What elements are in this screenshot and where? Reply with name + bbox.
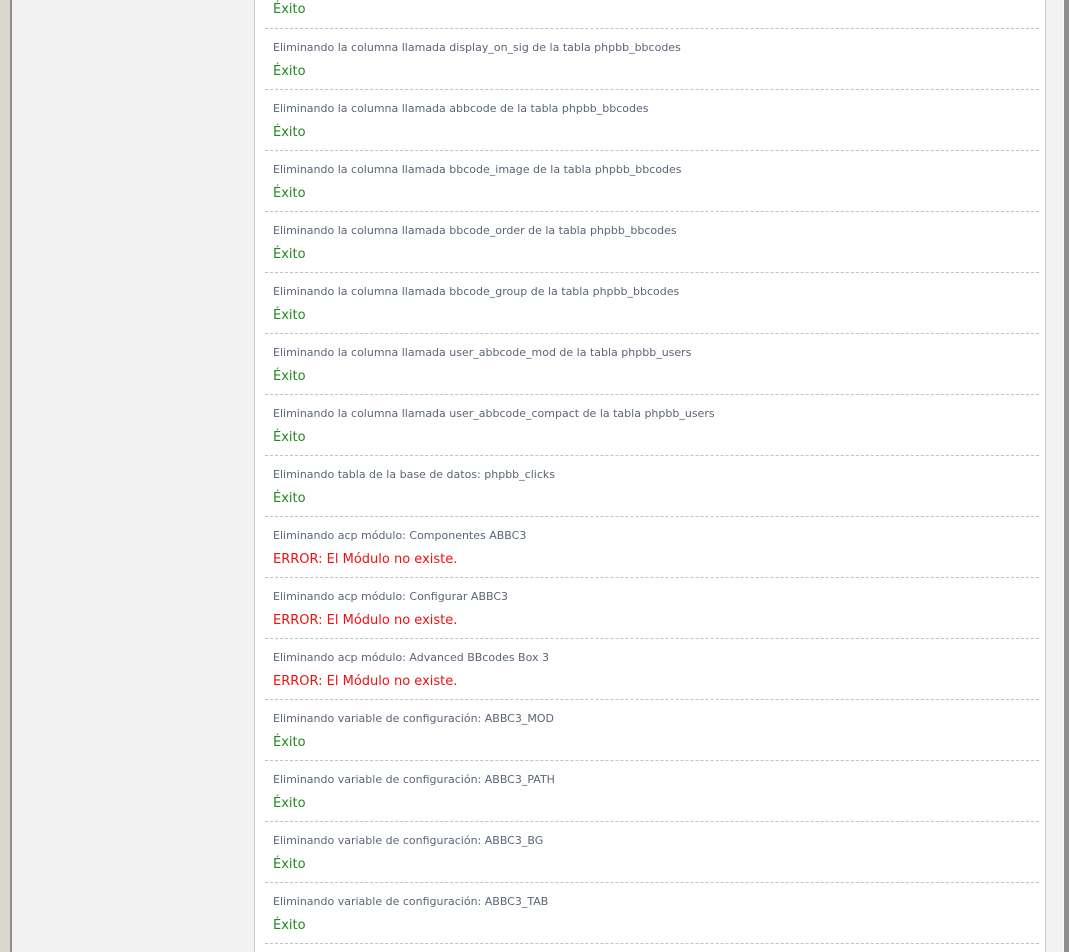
log-entry-description: Eliminando variable de configuración: AB…	[273, 712, 1039, 726]
log-entry: Éxito	[265, 0, 1039, 29]
log-entry: Eliminando variable de configuración: AB…	[265, 822, 1039, 883]
log-entry: Eliminando la columna llamada bbcode_gro…	[265, 273, 1039, 334]
log-entry: Eliminando la columna llamada bbcode_ord…	[265, 212, 1039, 273]
log-entry-status: Éxito	[273, 63, 1039, 80]
log-entry-description: Eliminando variable de configuración: AB…	[273, 895, 1039, 909]
log-entry-status: Éxito	[273, 429, 1039, 446]
window-left-strip	[0, 0, 10, 952]
log-entry-description: Eliminando la columna llamada bbcode_ord…	[273, 224, 1039, 238]
log-entry: Eliminando la columna llamada user_abbco…	[265, 334, 1039, 395]
log-entry: Eliminando variable de configuración: AB…	[265, 700, 1039, 761]
log-entry-status: Éxito	[273, 185, 1039, 202]
log-entry-status: Éxito	[273, 307, 1039, 324]
window-right-border	[1063, 0, 1069, 952]
log-entry: Eliminando acp módulo: Configurar ABBC3 …	[265, 578, 1039, 639]
log-entry: Eliminando tabla de la base de datos: ph…	[265, 456, 1039, 517]
log-entry-description: Eliminando la columna llamada bbcode_ima…	[273, 163, 1039, 177]
log-entry-status: Éxito	[273, 124, 1039, 141]
log-entry-status: Éxito	[273, 856, 1039, 873]
log-entry: Eliminando la columna llamada display_on…	[265, 29, 1039, 90]
log-entry-status: ERROR: El Módulo no existe.	[273, 551, 1039, 568]
log-entry: Eliminando la columna llamada user_abbco…	[265, 395, 1039, 456]
log-entry-description: Eliminando la columna llamada abbcode de…	[273, 102, 1039, 116]
log-entry: Eliminando acp módulo: Componentes ABBC3…	[265, 517, 1039, 578]
log-entry-status: Éxito	[273, 917, 1039, 934]
log-entry-description: Eliminando acp módulo: Configurar ABBC3	[273, 590, 1039, 604]
log-entry-description: Eliminando variable de configuración: AB…	[273, 834, 1039, 848]
log-entry-description: Eliminando acp módulo: Advanced BBcodes …	[273, 651, 1039, 665]
log-entry-status: ERROR: El Módulo no existe.	[273, 612, 1039, 629]
log-entry-description: Eliminando acp módulo: Componentes ABBC3	[273, 529, 1039, 543]
sidebar-area	[12, 0, 254, 952]
log-entry-status: Éxito	[273, 490, 1039, 507]
log-entry-description: Eliminando la columna llamada display_on…	[273, 41, 1039, 55]
log-panel: Éxito Eliminando la columna llamada disp…	[254, 0, 1046, 952]
log-entry-description: Eliminando variable de configuración: AB…	[273, 773, 1039, 787]
log-entry-description: Eliminando la columna llamada user_abbco…	[273, 346, 1039, 360]
log-entry-description: Eliminando la columna llamada user_abbco…	[273, 407, 1039, 421]
log-entry: Eliminando la columna llamada abbcode de…	[265, 90, 1039, 151]
log-entry: Eliminando variable de configuración: AB…	[265, 761, 1039, 822]
log-entry: Eliminando la columna llamada bbcode_ima…	[265, 151, 1039, 212]
log-entry-status: Éxito	[273, 246, 1039, 263]
log-entry-status: Éxito	[273, 795, 1039, 812]
log-entry: Eliminando variable de configuración: AB…	[265, 883, 1039, 944]
log-entry-description: Eliminando tabla de la base de datos: ph…	[273, 468, 1039, 482]
log-entry-status: Éxito	[273, 734, 1039, 751]
log-entry-status: Éxito	[273, 1, 1039, 18]
log-entry-description: Eliminando la columna llamada bbcode_gro…	[273, 285, 1039, 299]
log-entry: Eliminando acp módulo: Advanced BBcodes …	[265, 639, 1039, 700]
log-entry-status: Éxito	[273, 368, 1039, 385]
log-entry-status: ERROR: El Módulo no existe.	[273, 673, 1039, 690]
